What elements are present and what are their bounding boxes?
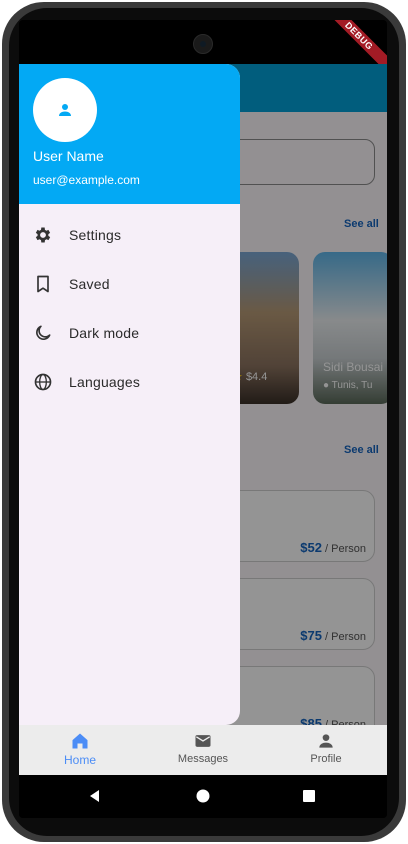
back-icon[interactable] [87,788,103,804]
nav-label: Messages [177,753,229,765]
bookmark-icon [37,275,49,293]
user-email: user@example.com [33,173,140,187]
drawer-item-settings[interactable]: Settings [19,213,240,257]
phone-screen: DEBUG See all ★ $4.4 Sidi Bousai ● Tunis… [19,20,387,818]
bottom-navigation: Home Messages Profile [19,725,387,775]
mail-icon [195,735,211,747]
moon-icon [36,325,51,340]
front-camera [193,34,213,54]
avatar[interactable] [33,78,97,142]
user-name: User Name [33,148,104,164]
system-navigation-bar [19,775,387,818]
drawer-item-saved[interactable]: Saved [19,262,240,306]
drawer-item-label: Saved [69,276,110,292]
nav-home[interactable]: Home [30,725,130,775]
drawer-item-label: Dark mode [69,325,140,341]
nav-messages[interactable]: Messages [153,725,253,775]
drawer-item-dark-mode[interactable]: Dark mode [19,311,240,355]
home-icon [72,733,88,749]
home-button-icon[interactable] [195,788,211,804]
nav-label: Home [63,753,96,767]
drawer-item-label: Languages [69,374,141,390]
nav-profile[interactable]: Profile [276,725,376,775]
drawer-header: User Name user@example.com [19,64,240,204]
recents-icon[interactable] [301,788,317,804]
nav-label: Profile [310,753,342,765]
drawer-item-languages[interactable]: Languages [19,360,240,404]
person-icon [59,104,71,116]
person-icon [319,734,333,748]
app-content: See all ★ $4.4 Sidi Bousai ● Tunis, Tu S… [19,64,387,775]
drawer-item-label: Settings [69,227,122,243]
globe-icon [34,373,52,391]
navigation-drawer: User Name user@example.com Settings Save… [19,64,240,725]
gear-icon [35,227,51,243]
